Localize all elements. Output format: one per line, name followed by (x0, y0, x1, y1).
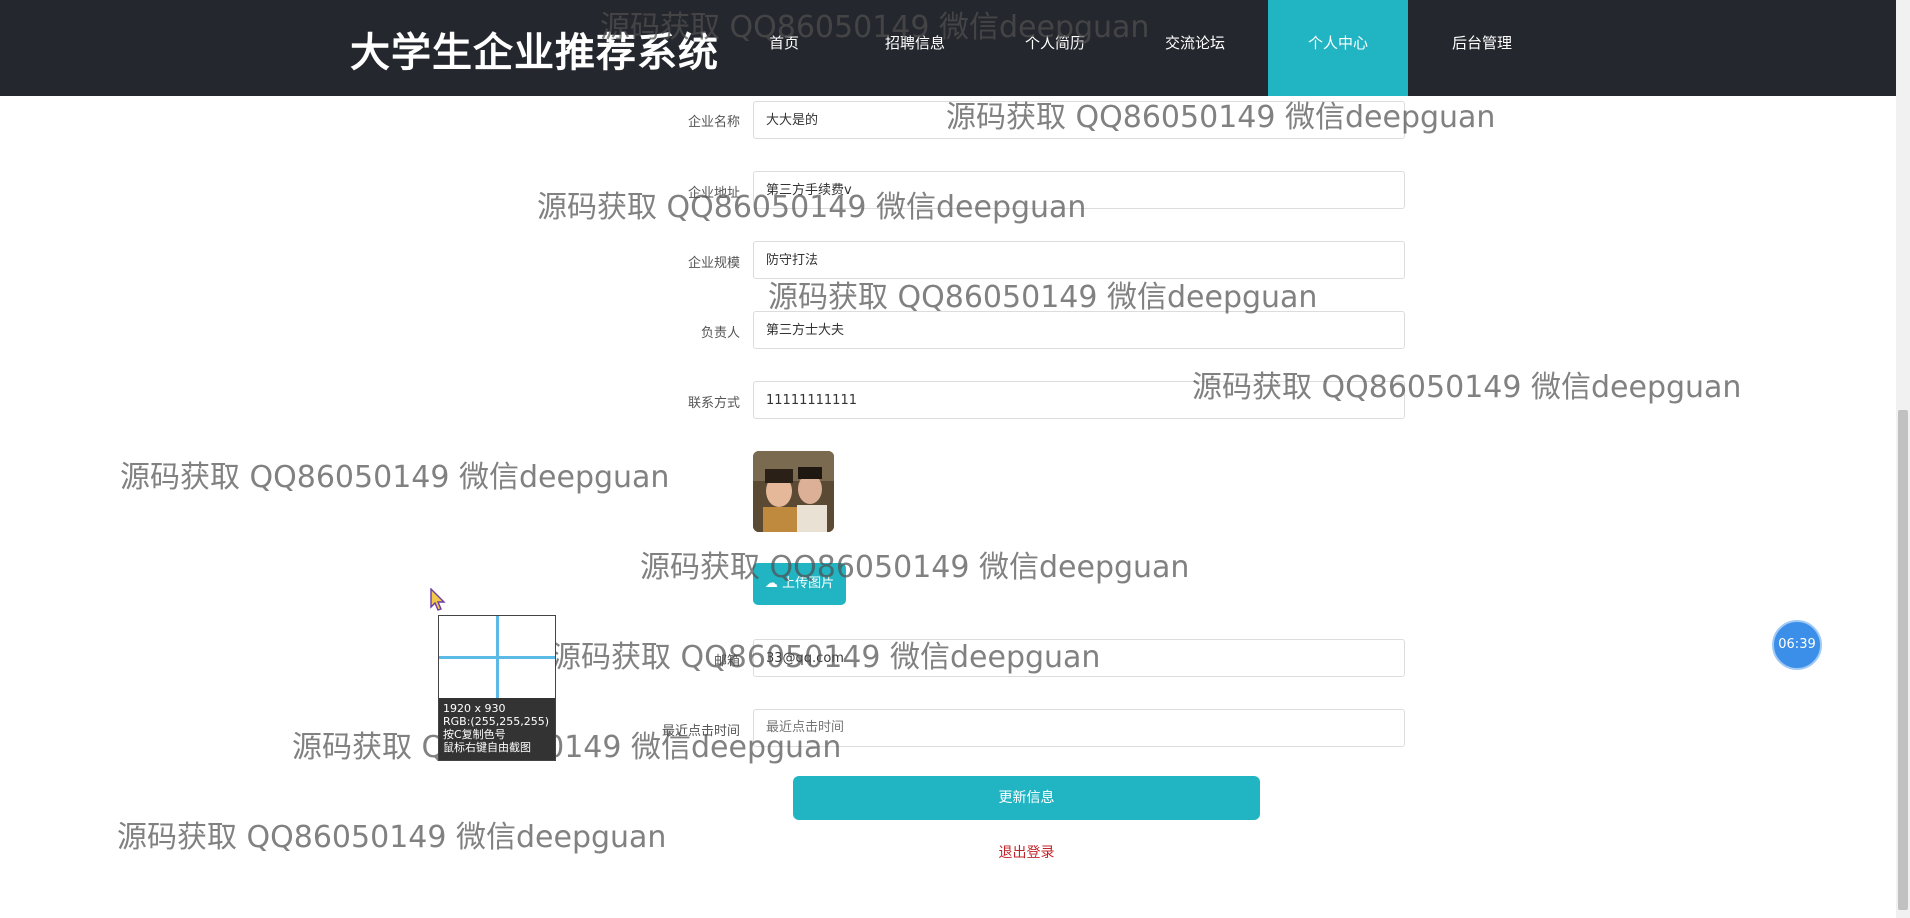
last-click-time-input[interactable] (753, 709, 1405, 747)
floating-timer-badge[interactable]: 06:39 (1772, 620, 1822, 670)
label-company-name: 企业名称 (687, 115, 740, 130)
watermark: 源码获取 QQ86050149 微信deepguan (1192, 370, 1742, 405)
page-scrollbar[interactable] (1896, 0, 1910, 918)
scrollbar-thumb[interactable] (1898, 410, 1908, 910)
watermark: 源码获取 QQ86050149 微信deepguan (120, 460, 670, 495)
label-company-size: 企业规模 (687, 256, 740, 271)
watermark: 源码获取 QQ86050149 微信deepguan (117, 820, 667, 855)
nav-admin[interactable]: 后台管理 (1437, 0, 1527, 96)
contact-person-input[interactable]: 第三方士大夫 (753, 311, 1405, 349)
label-phone: 联系方式 (687, 396, 740, 411)
watermark: 源码获取 QQ86050149 微信deepguan (551, 640, 1101, 675)
label-contact-person: 负责人 (700, 326, 740, 341)
crosshair-horizontal (439, 656, 555, 659)
logout-link[interactable]: 退出登录 (990, 842, 1063, 862)
watermark: 源码获取 QQ86050149 微信deepguan (537, 190, 1087, 225)
picker-hint-copy: 按C复制色号 (443, 728, 506, 741)
watermark: 源码获取 QQ86050149 微信deepguan (292, 730, 842, 765)
picker-rgb: RGB:(255,255,255) (443, 715, 549, 728)
nav-forum[interactable]: 交流论坛 (1150, 0, 1240, 96)
watermark: 源码获取 QQ86050149 微信deepguan (640, 550, 1190, 585)
watermark: 源码获取 QQ86050149 微信deepguan (946, 100, 1496, 135)
update-info-button[interactable]: 更新信息 (793, 776, 1260, 820)
picker-hint-capture: 鼠标右键自由截图 (443, 741, 531, 754)
color-picker-info: 1920 x 930 RGB:(255,255,255) 按C复制色号 鼠标右键… (439, 698, 555, 760)
color-picker-overlay: 1920 x 930 RGB:(255,255,255) 按C复制色号 鼠标右键… (438, 615, 556, 761)
nav-profile[interactable]: 个人中心 (1268, 0, 1408, 96)
company-photo (753, 451, 834, 532)
photo-image-icon (753, 451, 834, 532)
picker-size: 1920 x 930 (443, 702, 506, 715)
mouse-cursor-icon (430, 588, 446, 611)
watermark: 源码获取 QQ86050149 微信deepguan (600, 10, 1150, 45)
watermark: 源码获取 QQ86050149 微信deepguan (768, 280, 1318, 315)
